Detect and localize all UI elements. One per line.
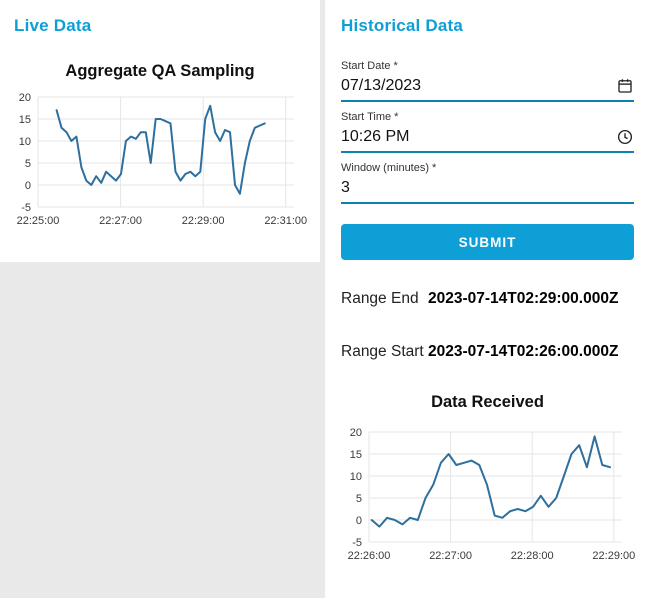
window-minutes-label: Window (minutes) * bbox=[341, 162, 634, 175]
live-data-column: Live Data Aggregate QA Sampling 20 15 10 5 0… bbox=[0, 0, 320, 262]
start-time-input[interactable] bbox=[341, 126, 616, 148]
calendar-icon[interactable] bbox=[616, 77, 634, 95]
start-date-input[interactable] bbox=[341, 75, 616, 97]
start-date-label-text: Start Date bbox=[341, 60, 391, 72]
svg-text:22:25:00: 22:25:00 bbox=[17, 215, 60, 227]
range-end-label: Range End bbox=[341, 290, 419, 307]
range-start-row: Range Start 2023-07-14T02:26:00.000Z bbox=[341, 343, 634, 361]
start-time-label-text: Start Time bbox=[341, 111, 392, 123]
svg-text:22:29:00: 22:29:00 bbox=[592, 550, 635, 562]
live-data-panel: Live Data Aggregate QA Sampling 20 15 10 5 0… bbox=[0, 0, 320, 262]
range-start-value: 2023-07-14T02:26:00.000Z bbox=[428, 343, 619, 360]
live-data-title: Live Data bbox=[14, 16, 92, 35]
dashboard: Live Data Aggregate QA Sampling 20 15 10 5 0… bbox=[0, 0, 650, 598]
svg-text:22:31:00: 22:31:00 bbox=[264, 215, 307, 227]
svg-text:20: 20 bbox=[350, 427, 362, 439]
svg-text:-5: -5 bbox=[352, 537, 362, 549]
svg-text:0: 0 bbox=[25, 180, 31, 192]
svg-text:5: 5 bbox=[25, 158, 31, 170]
live-chart-title: Aggregate QA Sampling bbox=[65, 62, 255, 80]
svg-text:5: 5 bbox=[356, 493, 362, 505]
svg-text:22:26:00: 22:26:00 bbox=[348, 550, 391, 562]
required-asterisk: * bbox=[394, 111, 399, 123]
svg-text:22:27:00: 22:27:00 bbox=[99, 215, 142, 227]
start-time-label: Start Time * bbox=[341, 111, 634, 124]
window-minutes-field: Window (minutes) * bbox=[341, 162, 634, 204]
required-asterisk: * bbox=[432, 162, 437, 174]
required-asterisk: * bbox=[393, 60, 398, 72]
start-date-input-row bbox=[341, 73, 634, 102]
svg-text:0: 0 bbox=[356, 515, 362, 527]
svg-text:20: 20 bbox=[19, 92, 31, 104]
start-date-field: Start Date * bbox=[341, 60, 634, 102]
submit-button[interactable]: SUBMIT bbox=[341, 224, 634, 260]
window-minutes-input-row bbox=[341, 175, 634, 204]
svg-text:15: 15 bbox=[350, 449, 362, 461]
svg-text:-5: -5 bbox=[21, 202, 31, 214]
start-time-input-row bbox=[341, 124, 634, 153]
data-received-chart-canvas: 20 15 10 5 0 -522:26:00 22:27:00 22:28:00 22:29:… bbox=[348, 427, 636, 562]
window-minutes-input[interactable] bbox=[341, 177, 634, 199]
range-end-row: Range End 2023-07-14T02:29:00.000Z bbox=[341, 290, 634, 308]
data-received-chart-title: Data Received bbox=[431, 393, 544, 411]
live-chart-canvas: 20 15 10 5 0 -522:25:00 22:27:00 22:29:00 22:31:… bbox=[17, 92, 308, 227]
clock-icon[interactable] bbox=[616, 128, 634, 146]
data-received-chart: Data Received 20 15 10 5 0 -5 22:26:00 22:27:00… bbox=[341, 393, 636, 570]
svg-text:22:28:00: 22:28:00 bbox=[511, 550, 554, 562]
start-time-field: Start Time * bbox=[341, 111, 634, 153]
range-end-value: 2023-07-14T02:29:00.000Z bbox=[428, 290, 619, 307]
live-chart: Aggregate QA Sampling 20 15 10 5 0 -5 22:25:00… bbox=[0, 62, 320, 239]
historical-data-title: Historical Data bbox=[341, 16, 464, 35]
window-minutes-label-text: Window (minutes) bbox=[341, 162, 430, 174]
start-date-label: Start Date * bbox=[341, 60, 634, 73]
svg-text:22:27:00: 22:27:00 bbox=[429, 550, 472, 562]
range-start-label: Range Start bbox=[341, 343, 424, 360]
svg-text:22:29:00: 22:29:00 bbox=[182, 215, 225, 227]
historical-data-panel: Historical Data Start Date * 07/13/2023 … bbox=[325, 0, 650, 598]
historical-form: Start Date* Start Time* bbox=[341, 60, 634, 260]
svg-text:10: 10 bbox=[19, 136, 31, 148]
svg-text:10: 10 bbox=[350, 471, 362, 483]
svg-text:15: 15 bbox=[19, 114, 31, 126]
